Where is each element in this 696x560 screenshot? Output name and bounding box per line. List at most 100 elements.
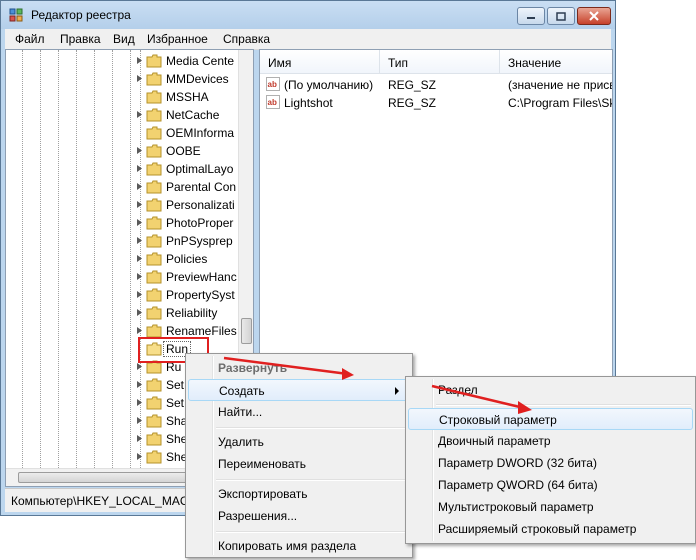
submenu-item-qword-value[interactable]: Параметр QWORD (64 бита) [408, 474, 693, 496]
tree-item[interactable]: PropertySyst [136, 286, 253, 304]
tree-guide-line [58, 50, 59, 486]
red-arrow-annotation [223, 356, 354, 380]
tree-item[interactable]: PhotoProper [136, 214, 253, 232]
tree-item-label: Personalizati [166, 198, 235, 212]
expand-arrow-icon[interactable] [136, 201, 143, 208]
close-icon [589, 11, 599, 21]
tree-item-label: Set [166, 378, 185, 392]
tree-item[interactable]: Reliability [136, 304, 253, 322]
menu-help[interactable]: Справка [223, 32, 270, 46]
maximize-button[interactable] [547, 7, 575, 25]
status-path: Компьютер\HKEY_LOCAL_MACI [11, 494, 192, 508]
column-header-data[interactable]: Значение [500, 50, 612, 74]
folder-icon [146, 108, 162, 122]
menu-item-label: Создать [219, 384, 265, 398]
menu-view[interactable]: Вид [113, 32, 135, 46]
menu-item-label: Экспортировать [218, 487, 308, 501]
menu-bar: Файл Правка Вид Избранное Справка [5, 29, 611, 50]
minimize-button[interactable] [517, 7, 545, 25]
menu-edit[interactable]: Правка [60, 32, 101, 46]
tree-item-label: OOBE [166, 144, 201, 158]
expand-arrow-icon[interactable] [136, 273, 143, 280]
expand-arrow-icon[interactable] [136, 309, 143, 316]
folder-icon [146, 270, 162, 284]
tree-item[interactable]: Parental Con [136, 178, 253, 196]
tree-item-label: PropertySyst [166, 288, 235, 302]
folder-icon [146, 324, 162, 338]
folder-icon [146, 72, 162, 86]
tree-item[interactable]: PreviewHanc [136, 268, 253, 286]
submenu-item-multistring-value[interactable]: Мультистроковый параметр [408, 496, 693, 518]
menu-item-export[interactable]: Экспортировать [188, 483, 410, 505]
tree-item[interactable]: OptimalLayo [136, 160, 253, 178]
expand-arrow-icon[interactable] [136, 435, 143, 442]
menu-favorites[interactable]: Избранное [147, 32, 208, 46]
menu-item-find[interactable]: Найти... [188, 401, 410, 423]
folder-icon [146, 396, 162, 410]
value-type: REG_SZ [388, 78, 437, 92]
expand-arrow-icon[interactable] [136, 219, 143, 226]
expand-arrow-icon[interactable] [136, 255, 143, 262]
tree-item[interactable]: Media Cente [136, 52, 253, 70]
folder-icon [146, 126, 162, 140]
expand-arrow-icon[interactable] [136, 291, 143, 298]
menu-item-delete[interactable]: Удалить [188, 431, 410, 453]
tree-item[interactable]: Personalizati [136, 196, 253, 214]
minimize-icon [527, 17, 535, 19]
close-button[interactable] [577, 7, 611, 25]
menu-item-label: Параметр DWORD (32 бита) [438, 456, 597, 470]
submenu-item-expandable-string-value[interactable]: Расширяемый строковый параметр [408, 518, 693, 540]
menu-item-label: Найти... [218, 405, 263, 419]
tree-item[interactable]: MMDevices [136, 70, 253, 88]
expand-arrow-icon[interactable] [136, 399, 143, 406]
context-menu: Развернуть Создать Найти... Удалить Пере… [185, 353, 413, 558]
svg-text:ab: ab [268, 98, 277, 107]
tree-item[interactable]: OOBE [136, 142, 253, 160]
expand-arrow-icon[interactable] [136, 363, 143, 370]
expand-arrow-icon[interactable] [136, 57, 143, 64]
scrollbar-thumb[interactable] [241, 318, 252, 344]
expand-arrow-icon[interactable] [136, 417, 143, 424]
expand-arrow-icon[interactable] [136, 327, 143, 334]
menu-item-label: Разрешения... [218, 509, 298, 523]
tree-item[interactable]: NetCache [136, 106, 253, 124]
column-header-name[interactable]: Имя [260, 50, 380, 74]
expand-arrow-icon[interactable] [136, 237, 143, 244]
value-row[interactable]: ab (По умолчанию) REG_SZ (значение не пр… [260, 76, 612, 94]
tree-item-label: Policies [166, 252, 208, 266]
folder-icon [146, 90, 162, 104]
tree-item[interactable]: OEMInforma [136, 124, 253, 142]
submenu-item-binary-value[interactable]: Двоичный параметр [408, 430, 693, 452]
folder-icon [146, 288, 162, 302]
column-header-type[interactable]: Тип [380, 50, 500, 74]
folder-icon [146, 162, 162, 176]
folder-icon [146, 198, 162, 212]
expand-arrow-icon[interactable] [136, 75, 143, 82]
title-bar[interactable]: Редактор реестра [1, 1, 615, 29]
menu-item-create[interactable]: Создать [188, 379, 410, 401]
folder-icon [146, 306, 162, 320]
tree-item[interactable]: PnPSysprep [136, 232, 253, 250]
folder-icon [146, 432, 162, 446]
scrollbar-thumb[interactable] [18, 472, 188, 483]
expand-arrow-icon[interactable] [136, 147, 143, 154]
menu-item-permissions[interactable]: Разрешения... [188, 505, 410, 527]
value-row[interactable]: ab Lightshot REG_SZ C:\Program Files\Sk [260, 94, 612, 112]
tree-item[interactable]: Policies [136, 250, 253, 268]
string-value-icon: ab [266, 77, 280, 91]
menu-item-copy-key-name[interactable]: Копировать имя раздела [188, 535, 410, 557]
menu-item-rename[interactable]: Переименовать [188, 453, 410, 475]
tree-item[interactable]: MSSHA [136, 88, 253, 106]
folder-icon [146, 180, 162, 194]
expand-arrow-icon[interactable] [136, 111, 143, 118]
expand-arrow-icon[interactable] [136, 165, 143, 172]
value-type: REG_SZ [388, 96, 437, 110]
folder-icon [146, 54, 162, 68]
expand-arrow-icon[interactable] [136, 453, 143, 460]
tree-item-label: MSSHA [166, 90, 209, 104]
menu-file[interactable]: Файл [15, 32, 45, 46]
expand-arrow-icon[interactable] [136, 183, 143, 190]
maximize-icon [556, 11, 566, 21]
submenu-item-dword-value[interactable]: Параметр DWORD (32 бита) [408, 452, 693, 474]
expand-arrow-icon[interactable] [136, 381, 143, 388]
